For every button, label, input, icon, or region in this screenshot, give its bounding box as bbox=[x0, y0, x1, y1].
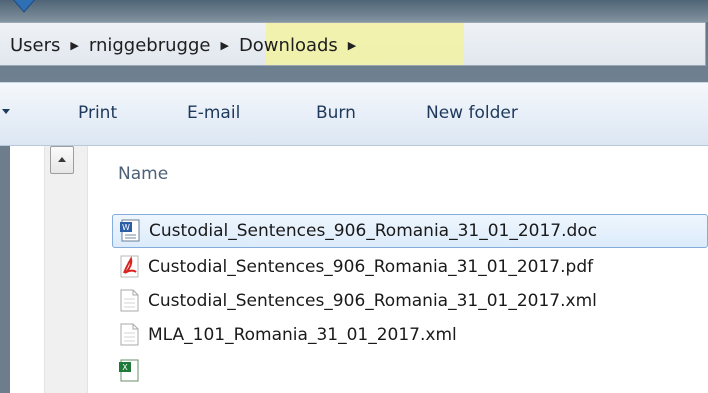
navigation-pane-edge bbox=[0, 146, 10, 393]
back-arrow-icon[interactable] bbox=[6, 0, 42, 16]
pdf-file-icon bbox=[120, 255, 139, 278]
file-row[interactable]: Custodial_Sentences_906_Romania_31_01_20… bbox=[112, 250, 708, 284]
file-row[interactable]: MLA_101_Romania_31_01_2017.xml bbox=[112, 318, 708, 352]
scroll-up-button[interactable] bbox=[50, 146, 74, 174]
svg-text:W: W bbox=[122, 223, 130, 232]
title-strip bbox=[0, 0, 708, 22]
arrow-up-icon bbox=[58, 157, 66, 162]
file-row[interactable]: Custodial_Sentences_906_Romania_31_01_20… bbox=[112, 284, 708, 318]
xml-file-icon bbox=[120, 323, 139, 346]
file-name: MLA_101_Romania_31_01_2017.xml bbox=[148, 325, 457, 345]
organize-dropdown-icon[interactable] bbox=[2, 109, 10, 114]
print-button[interactable]: Print bbox=[78, 103, 117, 123]
address-bar[interactable]: Users ▶ rniggebrugge ▶ Downloads ▶ bbox=[0, 22, 706, 66]
column-header-name[interactable]: Name bbox=[118, 164, 168, 184]
chevron-right-icon[interactable]: ▶ bbox=[64, 39, 84, 52]
command-bar: Print E-mail Burn New folder bbox=[0, 82, 708, 146]
burn-button[interactable]: Burn bbox=[316, 103, 356, 123]
xml-file-icon bbox=[120, 289, 139, 312]
svg-text:X: X bbox=[122, 363, 128, 372]
chevron-right-icon[interactable]: ▶ bbox=[214, 39, 234, 52]
excel-file-icon: X bbox=[119, 359, 139, 382]
file-name: Custodial_Sentences_906_Romania_31_01_20… bbox=[149, 221, 598, 241]
file-row[interactable]: X bbox=[112, 354, 708, 388]
chevron-right-icon[interactable]: ▶ bbox=[342, 39, 362, 52]
breadcrumb-item-downloads[interactable]: Downloads bbox=[235, 35, 342, 56]
scrollbar[interactable] bbox=[44, 146, 88, 393]
file-row[interactable]: W Custodial_Sentences_906_Romania_31_01_… bbox=[112, 214, 708, 248]
breadcrumb-item-user[interactable]: rniggebrugge bbox=[85, 35, 215, 56]
breadcrumb: Users ▶ rniggebrugge ▶ Downloads ▶ bbox=[6, 32, 362, 58]
email-button[interactable]: E-mail bbox=[187, 103, 240, 123]
breadcrumb-item-users[interactable]: Users bbox=[6, 35, 64, 56]
file-list-pane: Name W Custodial_Sentences_906_Romania_3… bbox=[0, 146, 708, 393]
file-name: Custodial_Sentences_906_Romania_31_01_20… bbox=[148, 257, 594, 277]
file-name: Custodial_Sentences_906_Romania_31_01_20… bbox=[148, 291, 597, 311]
word-document-icon: W bbox=[120, 219, 140, 242]
new-folder-button[interactable]: New folder bbox=[426, 103, 518, 123]
